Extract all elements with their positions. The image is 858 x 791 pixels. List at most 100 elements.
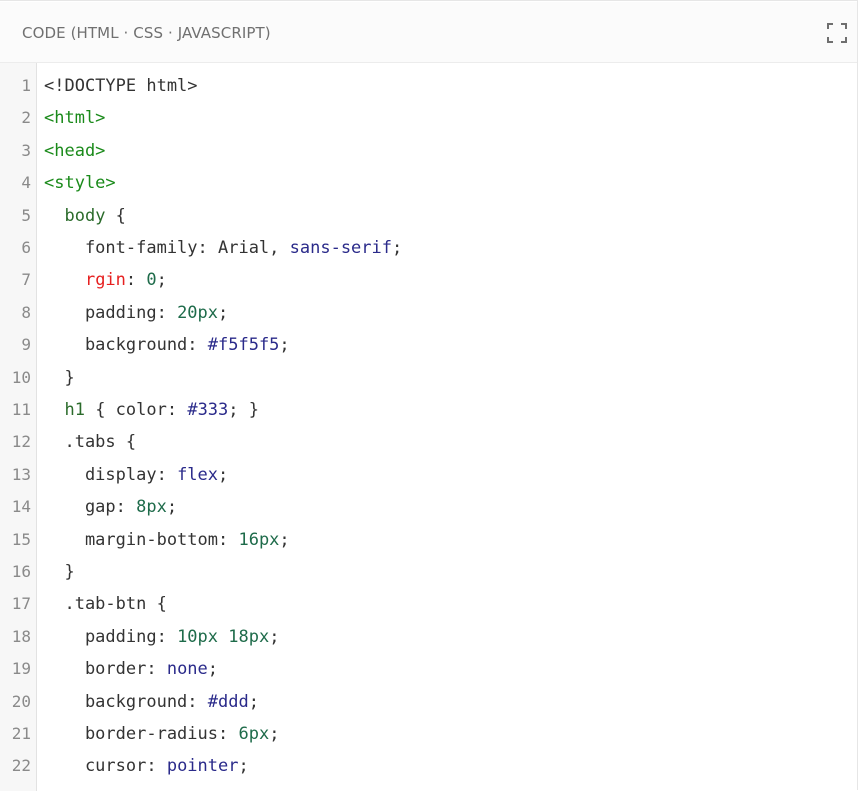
- code-token: pointer: [166, 756, 239, 777]
- code-line: 16 }: [0, 556, 857, 588]
- code-token: ;: [156, 270, 167, 291]
- code-line: 12 .tabs {: [0, 426, 857, 458]
- code-text: body {: [44, 205, 126, 226]
- code-text: <head>: [44, 141, 105, 161]
- code-token: 8px: [136, 497, 167, 518]
- code-text: <html>: [44, 108, 105, 128]
- code-token: <head>: [44, 140, 106, 161]
- code-token: font-family: Arial,: [44, 238, 290, 258]
- code-token: ;: [218, 302, 229, 323]
- code-text: h1 { color: #333; }: [44, 400, 259, 420]
- code-text: cursor: pointer;: [44, 756, 249, 776]
- line-number: 3: [21, 140, 31, 160]
- code-text: rgin: 0;: [44, 270, 167, 290]
- code-text: margin-bottom: 16px;: [44, 530, 290, 550]
- code-line: 19 border: none;: [0, 653, 857, 685]
- code-token: {: [105, 205, 126, 226]
- code-text: display: flex;: [44, 465, 228, 485]
- line-number: 6: [21, 238, 31, 257]
- code-token: flex: [177, 464, 219, 485]
- code-token: ;: [238, 756, 249, 777]
- line-number: 1: [21, 76, 31, 95]
- code-token: ;: [279, 529, 290, 550]
- code-token: background:: [44, 335, 208, 356]
- code-token: .tab-btn {: [44, 594, 167, 615]
- code-token: <!DOCTYPE html>: [44, 76, 198, 96]
- code-token: ;: [218, 464, 229, 485]
- code-token: ; }: [228, 400, 259, 420]
- line-number: 12: [11, 432, 31, 452]
- code-token: }: [44, 562, 75, 582]
- code-line: 1 <!DOCTYPE html>: [0, 70, 857, 102]
- code-line: 14 gap: 8px;: [0, 491, 857, 523]
- code-token: sans-serif: [289, 238, 392, 258]
- code-line: 10 }: [0, 362, 857, 394]
- code-token: ;: [248, 691, 259, 712]
- code-token: border-radius:: [44, 724, 239, 744]
- line-number: 22: [11, 756, 31, 776]
- code-panel-header: CODE (HTML · CSS · JAVASCRIPT): [0, 2, 857, 63]
- code-token: h1: [64, 400, 85, 420]
- code-text: gap: 8px;: [44, 497, 177, 517]
- code-token: }: [44, 367, 75, 388]
- line-number: 11: [11, 400, 31, 419]
- line-number: 14: [11, 497, 31, 517]
- code-line: 21 border-radius: 6px;: [0, 718, 857, 750]
- code-text: .tabs {: [44, 432, 136, 452]
- code-token: cursor:: [44, 756, 167, 777]
- expand-button[interactable]: [827, 23, 847, 43]
- code-token: 20px: [177, 302, 219, 323]
- line-number: 7: [21, 270, 31, 290]
- code-token: <html>: [44, 108, 106, 129]
- code-line: 13 display: flex;: [0, 459, 857, 491]
- expand-icon: [827, 23, 847, 43]
- code-token: .tabs {: [44, 432, 137, 453]
- code-token: ;: [269, 724, 280, 744]
- code-line: 9 background: #f5f5f5;: [0, 329, 857, 361]
- code-token: 0: [146, 270, 157, 291]
- code-text: background: #f5f5f5;: [44, 335, 290, 355]
- line-number: 20: [11, 691, 31, 711]
- code-token: :: [125, 270, 147, 291]
- code-line: 22 cursor: pointer;: [0, 750, 857, 782]
- code-token: background:: [44, 691, 208, 712]
- line-number: 21: [11, 724, 31, 743]
- code-editor[interactable]: 1 <!DOCTYPE html> 2 <html> 3 <head> 4 <style> 5 …: [0, 63, 857, 791]
- line-number: 10: [11, 367, 31, 387]
- line-number: 19: [11, 659, 31, 679]
- code-token: ;: [392, 238, 403, 258]
- code-token: body: [64, 205, 106, 226]
- code-panel-title: CODE (HTML · CSS · JAVASCRIPT): [22, 24, 271, 42]
- code-token: 10px 18px: [177, 626, 270, 647]
- code-token: ;: [166, 497, 178, 518]
- line-number: 2: [21, 108, 31, 128]
- code-text: font-family: Arial, sans-serif;: [44, 238, 402, 258]
- code-token: 16px: [238, 529, 280, 550]
- code-token: { color:: [84, 400, 188, 420]
- line-number: 4: [21, 173, 31, 193]
- line-number: 5: [21, 205, 31, 225]
- code-line: 5 body {: [0, 200, 857, 232]
- code-line: 6 font-family: Arial, sans-serif;: [0, 232, 857, 264]
- code-line: 17 .tab-btn {: [0, 588, 857, 620]
- line-number: 13: [11, 464, 31, 484]
- code-line: 7 rgin: 0;: [0, 264, 857, 296]
- code-text: }: [44, 562, 75, 582]
- code-token: gap:: [44, 497, 137, 518]
- code-token: rgin: [84, 270, 126, 291]
- code-text: background: #ddd;: [44, 692, 259, 712]
- code-line: 20 background: #ddd;: [0, 686, 857, 718]
- code-token: <style>: [44, 173, 116, 194]
- code-line: 3 <head>: [0, 135, 857, 167]
- code-line: 4 <style>: [0, 167, 857, 199]
- code-token: padding:: [44, 626, 178, 647]
- code-token: ;: [269, 626, 280, 647]
- line-number: 9: [21, 335, 31, 355]
- code-panel: CODE (HTML · CSS · JAVASCRIPT) 1 <!DOCTYP…: [0, 0, 858, 791]
- code-token: padding:: [44, 302, 178, 323]
- code-token: display:: [44, 464, 178, 485]
- code-text: padding: 20px;: [44, 303, 228, 323]
- code-text: border-radius: 6px;: [44, 724, 280, 744]
